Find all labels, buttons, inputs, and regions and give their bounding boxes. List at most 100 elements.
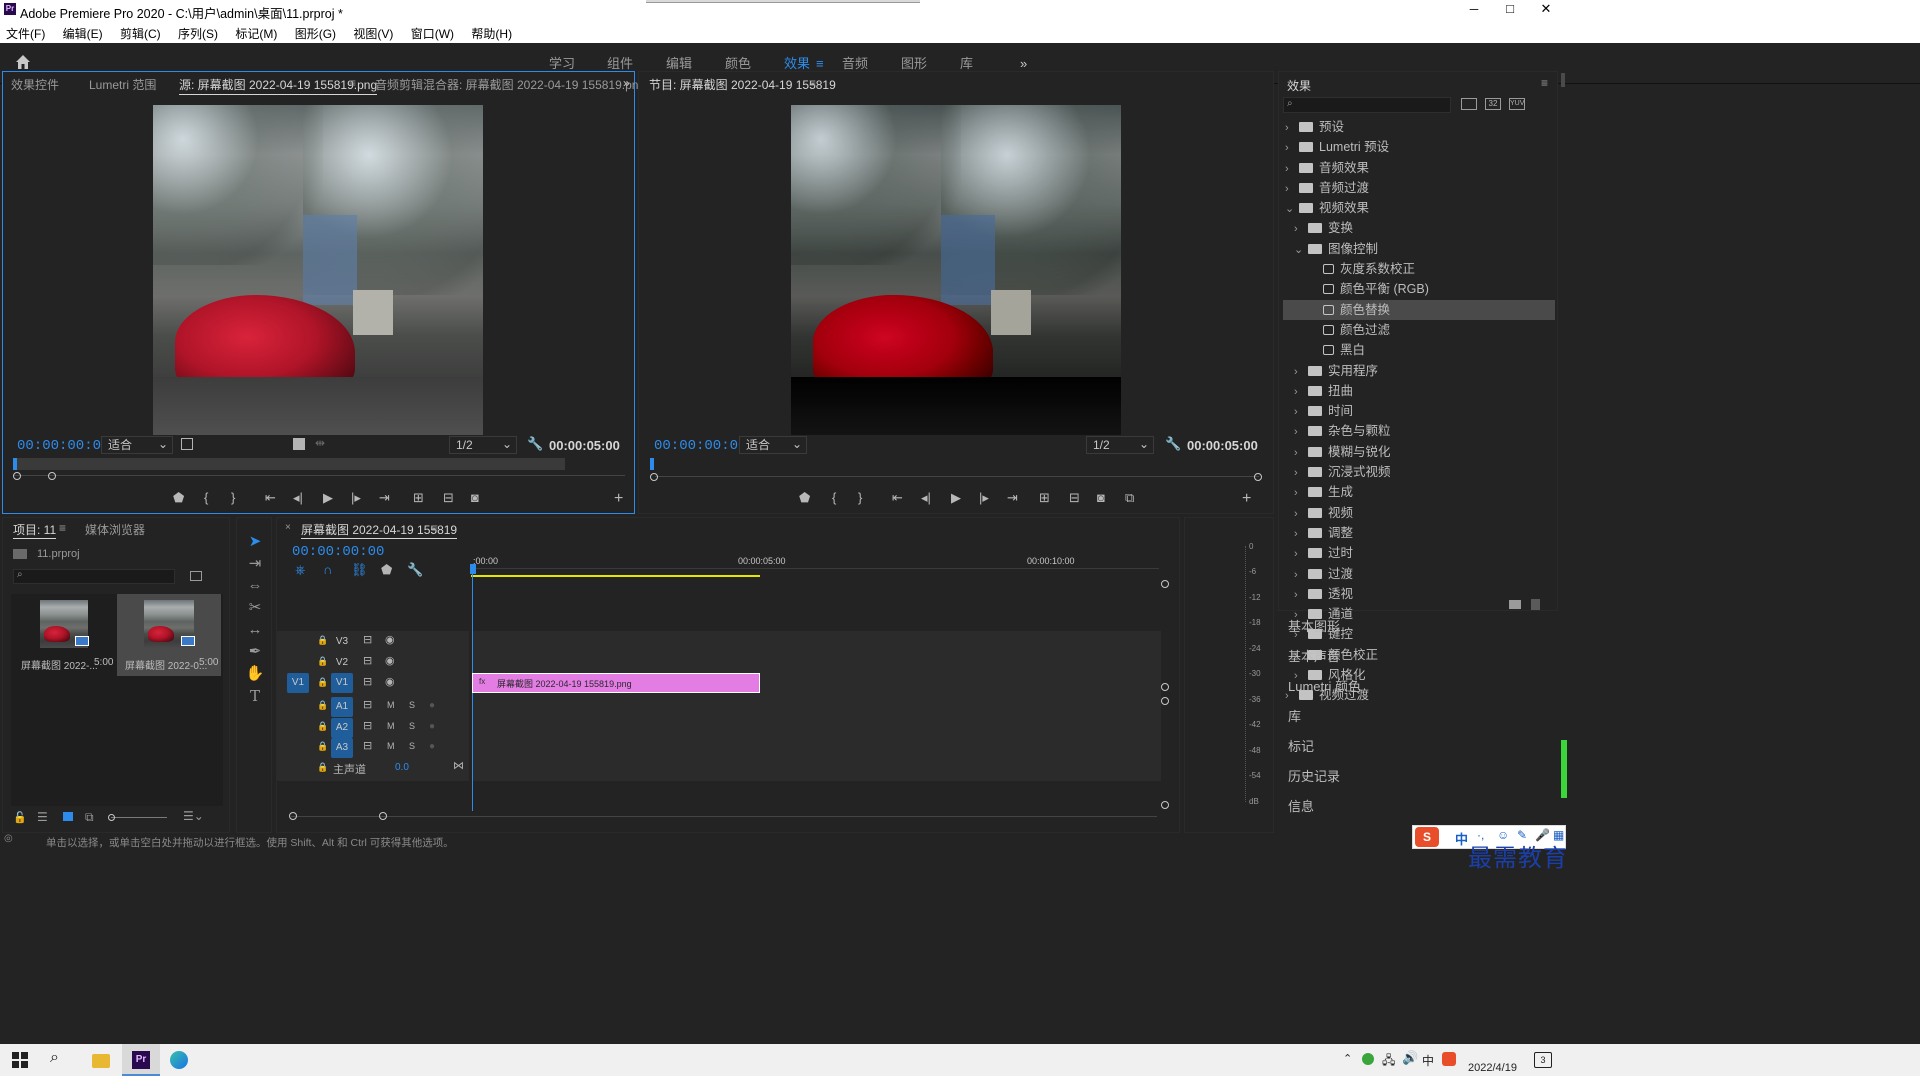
menu-help[interactable]: 帮助(H) — [471, 27, 512, 41]
effects-tree-item[interactable]: › 模糊与锐化 — [1283, 442, 1555, 462]
go-to-in-icon[interactable]: ⇤ — [265, 490, 276, 506]
snap-icon[interactable]: ∩ — [323, 562, 332, 577]
source-zoom-handle-left[interactable] — [13, 472, 21, 480]
file-explorer-icon[interactable] — [92, 1054, 110, 1068]
yuv-effects-icon[interactable]: YUV — [1509, 98, 1525, 110]
program-mark-out-icon[interactable]: } — [858, 490, 862, 505]
source-zoom-bar[interactable] — [13, 458, 565, 470]
sync-lock-icon[interactable]: ⊟ — [363, 675, 372, 688]
source-patch-v1[interactable]: V1 — [287, 673, 309, 693]
go-to-end-icon[interactable]: ⋈ — [453, 759, 464, 772]
type-tool-icon[interactable]: T — [245, 686, 265, 706]
source-safe-margin-icon[interactable]: ⇹ — [315, 436, 325, 450]
project-search-input[interactable]: ⌕ — [13, 569, 175, 584]
search-icon[interactable]: ⌕ — [50, 1049, 59, 1067]
timeline-ruler[interactable]: :00:00 00:00:05:00 00:00:10:00 — [471, 548, 1159, 576]
track-a1-label[interactable]: A1 — [331, 697, 353, 717]
program-go-to-in-icon[interactable]: ⇤ — [892, 490, 903, 506]
pen-tool-icon[interactable]: ✒ — [245, 642, 265, 662]
menu-clip[interactable]: 剪辑(C) — [120, 27, 161, 41]
sogou-tray-icon[interactable] — [1442, 1052, 1456, 1066]
nest-icon[interactable]: ⎈ — [295, 562, 305, 578]
comparison-view-icon[interactable]: ⧉ — [1125, 490, 1134, 506]
panel-info[interactable]: 信息 — [1278, 792, 1558, 822]
panel-history[interactable]: 历史记录 — [1278, 762, 1558, 792]
lock-track-icon[interactable]: 🔒 — [317, 700, 328, 711]
extract-icon[interactable]: ⊟ — [1069, 490, 1080, 506]
chevron-down-icon[interactable]: ⌄ — [1285, 199, 1299, 219]
toggle-output-icon[interactable]: ◉ — [385, 633, 395, 646]
effects-tree-item[interactable]: › 扭曲 — [1283, 381, 1555, 401]
source-wrench-icon[interactable]: 🔧 — [527, 436, 543, 452]
vscroll-handle-mid2[interactable] — [1161, 697, 1169, 705]
edge-icon[interactable] — [170, 1051, 188, 1069]
track-v1-label[interactable]: V1 — [331, 673, 353, 693]
track-a2-label[interactable]: A2 — [331, 718, 353, 738]
chevron-right-icon[interactable]: › — [1294, 362, 1308, 382]
effects-tree-item[interactable]: › 预设 — [1283, 117, 1555, 137]
mute-button[interactable]: M — [387, 721, 395, 731]
razor-tool-icon[interactable]: ✂ — [245, 598, 265, 618]
timeline-close-icon[interactable]: × — [285, 522, 291, 533]
chevron-right-icon[interactable]: › — [1285, 138, 1299, 158]
solo-button[interactable]: S — [409, 721, 415, 731]
program-step-back-icon[interactable]: ◂| — [921, 490, 931, 506]
effects-tree-item[interactable]: › 过渡 — [1283, 564, 1555, 584]
chevron-right-icon[interactable]: › — [1294, 524, 1308, 544]
timeline-settings-icon[interactable]: 🔧 — [407, 562, 423, 578]
effects-tree-item[interactable]: › 时间 — [1283, 401, 1555, 421]
lock-track-icon[interactable]: 🔒 — [317, 635, 328, 646]
menu-sequence[interactable]: 序列(S) — [178, 27, 218, 41]
panel-libraries[interactable]: 库 — [1278, 702, 1558, 732]
title-search-box[interactable] — [646, 0, 920, 3]
project-item[interactable]: 屏幕截图 2022-... 5:00 — [13, 594, 115, 676]
tab-effect-controls[interactable]: 效果控件 — [11, 76, 59, 93]
program-playhead[interactable] — [650, 458, 654, 470]
menu-edit[interactable]: 编辑(E) — [63, 27, 103, 41]
chevron-right-icon[interactable]: › — [1294, 422, 1308, 442]
effects-tree-item[interactable]: › Lumetri 预设 — [1283, 137, 1555, 157]
program-fit-dropdown[interactable]: 适合 ⌄ — [739, 436, 807, 454]
timeline-menu-icon[interactable]: ≡ — [431, 521, 438, 535]
effects-search-input[interactable]: ⌕ — [1283, 97, 1451, 113]
effects-scrollbar[interactable] — [1561, 73, 1565, 87]
effects-tree-item[interactable]: › 音频效果 — [1283, 158, 1555, 178]
minimize-button[interactable]: ─ — [1462, 2, 1486, 16]
chevron-right-icon[interactable]: › — [1294, 463, 1308, 483]
program-timecode[interactable]: 00:00:00:00 — [654, 438, 746, 454]
source-resolution-dropdown[interactable]: 1/2 ⌄ — [449, 436, 517, 454]
lock-track-icon[interactable]: 🔒 — [317, 741, 328, 752]
effects-tree-item[interactable]: › 杂色与颗粒 — [1283, 421, 1555, 441]
tab-lumetri-scopes[interactable]: Lumetri 范围 — [89, 76, 156, 93]
tray-app-icon[interactable] — [1362, 1053, 1374, 1065]
program-video-frame[interactable] — [791, 105, 1121, 435]
chevron-right-icon[interactable]: › — [1294, 504, 1308, 524]
source-timecode[interactable]: 00:00:00:00 — [17, 438, 109, 454]
program-zoom-handle-right[interactable] — [1254, 473, 1262, 481]
track-v3-label[interactable]: V3 — [331, 632, 353, 652]
effects-tree-item[interactable]: ⌄ 图像控制 — [1283, 239, 1555, 259]
effects-tree-item[interactable]: 颜色过滤 — [1283, 320, 1555, 340]
toggle-output-icon[interactable]: ◉ — [385, 654, 395, 667]
chevron-right-icon[interactable]: › — [1285, 179, 1299, 199]
vscroll-handle-mid1[interactable] — [1161, 683, 1169, 691]
voiceover-mic-icon[interactable]: ● — [429, 721, 435, 732]
hscroll-handle-right[interactable] — [379, 812, 387, 820]
sync-lock-icon[interactable]: ⊟ — [363, 633, 372, 646]
hand-tool-icon[interactable]: ✋ — [245, 664, 265, 684]
effects-tree-item[interactable]: 颜色替换 — [1283, 299, 1555, 320]
maximize-button[interactable]: □ — [1498, 1, 1522, 16]
source-settings-icon[interactable] — [181, 438, 193, 450]
chevron-right-icon[interactable]: › — [1294, 565, 1308, 585]
menu-markers[interactable]: 标记(M) — [235, 27, 277, 41]
track-a3-label[interactable]: A3 — [331, 738, 353, 758]
program-go-to-out-icon[interactable]: ⇥ — [1007, 490, 1018, 506]
lift-icon[interactable]: ⊞ — [1039, 490, 1050, 506]
program-step-forward-icon[interactable]: |▸ — [979, 490, 989, 506]
tab-source[interactable]: 源: 屏幕截图 2022-04-19 155819.png — [179, 76, 378, 95]
export-frame-icon[interactable]: ◙ — [471, 490, 479, 505]
chevron-right-icon[interactable]: › — [1294, 219, 1308, 239]
tab-project[interactable]: 项目: 11 — [13, 521, 57, 539]
menu-file[interactable]: 文件(F) — [6, 27, 45, 41]
mark-out-icon[interactable]: } — [231, 490, 235, 505]
